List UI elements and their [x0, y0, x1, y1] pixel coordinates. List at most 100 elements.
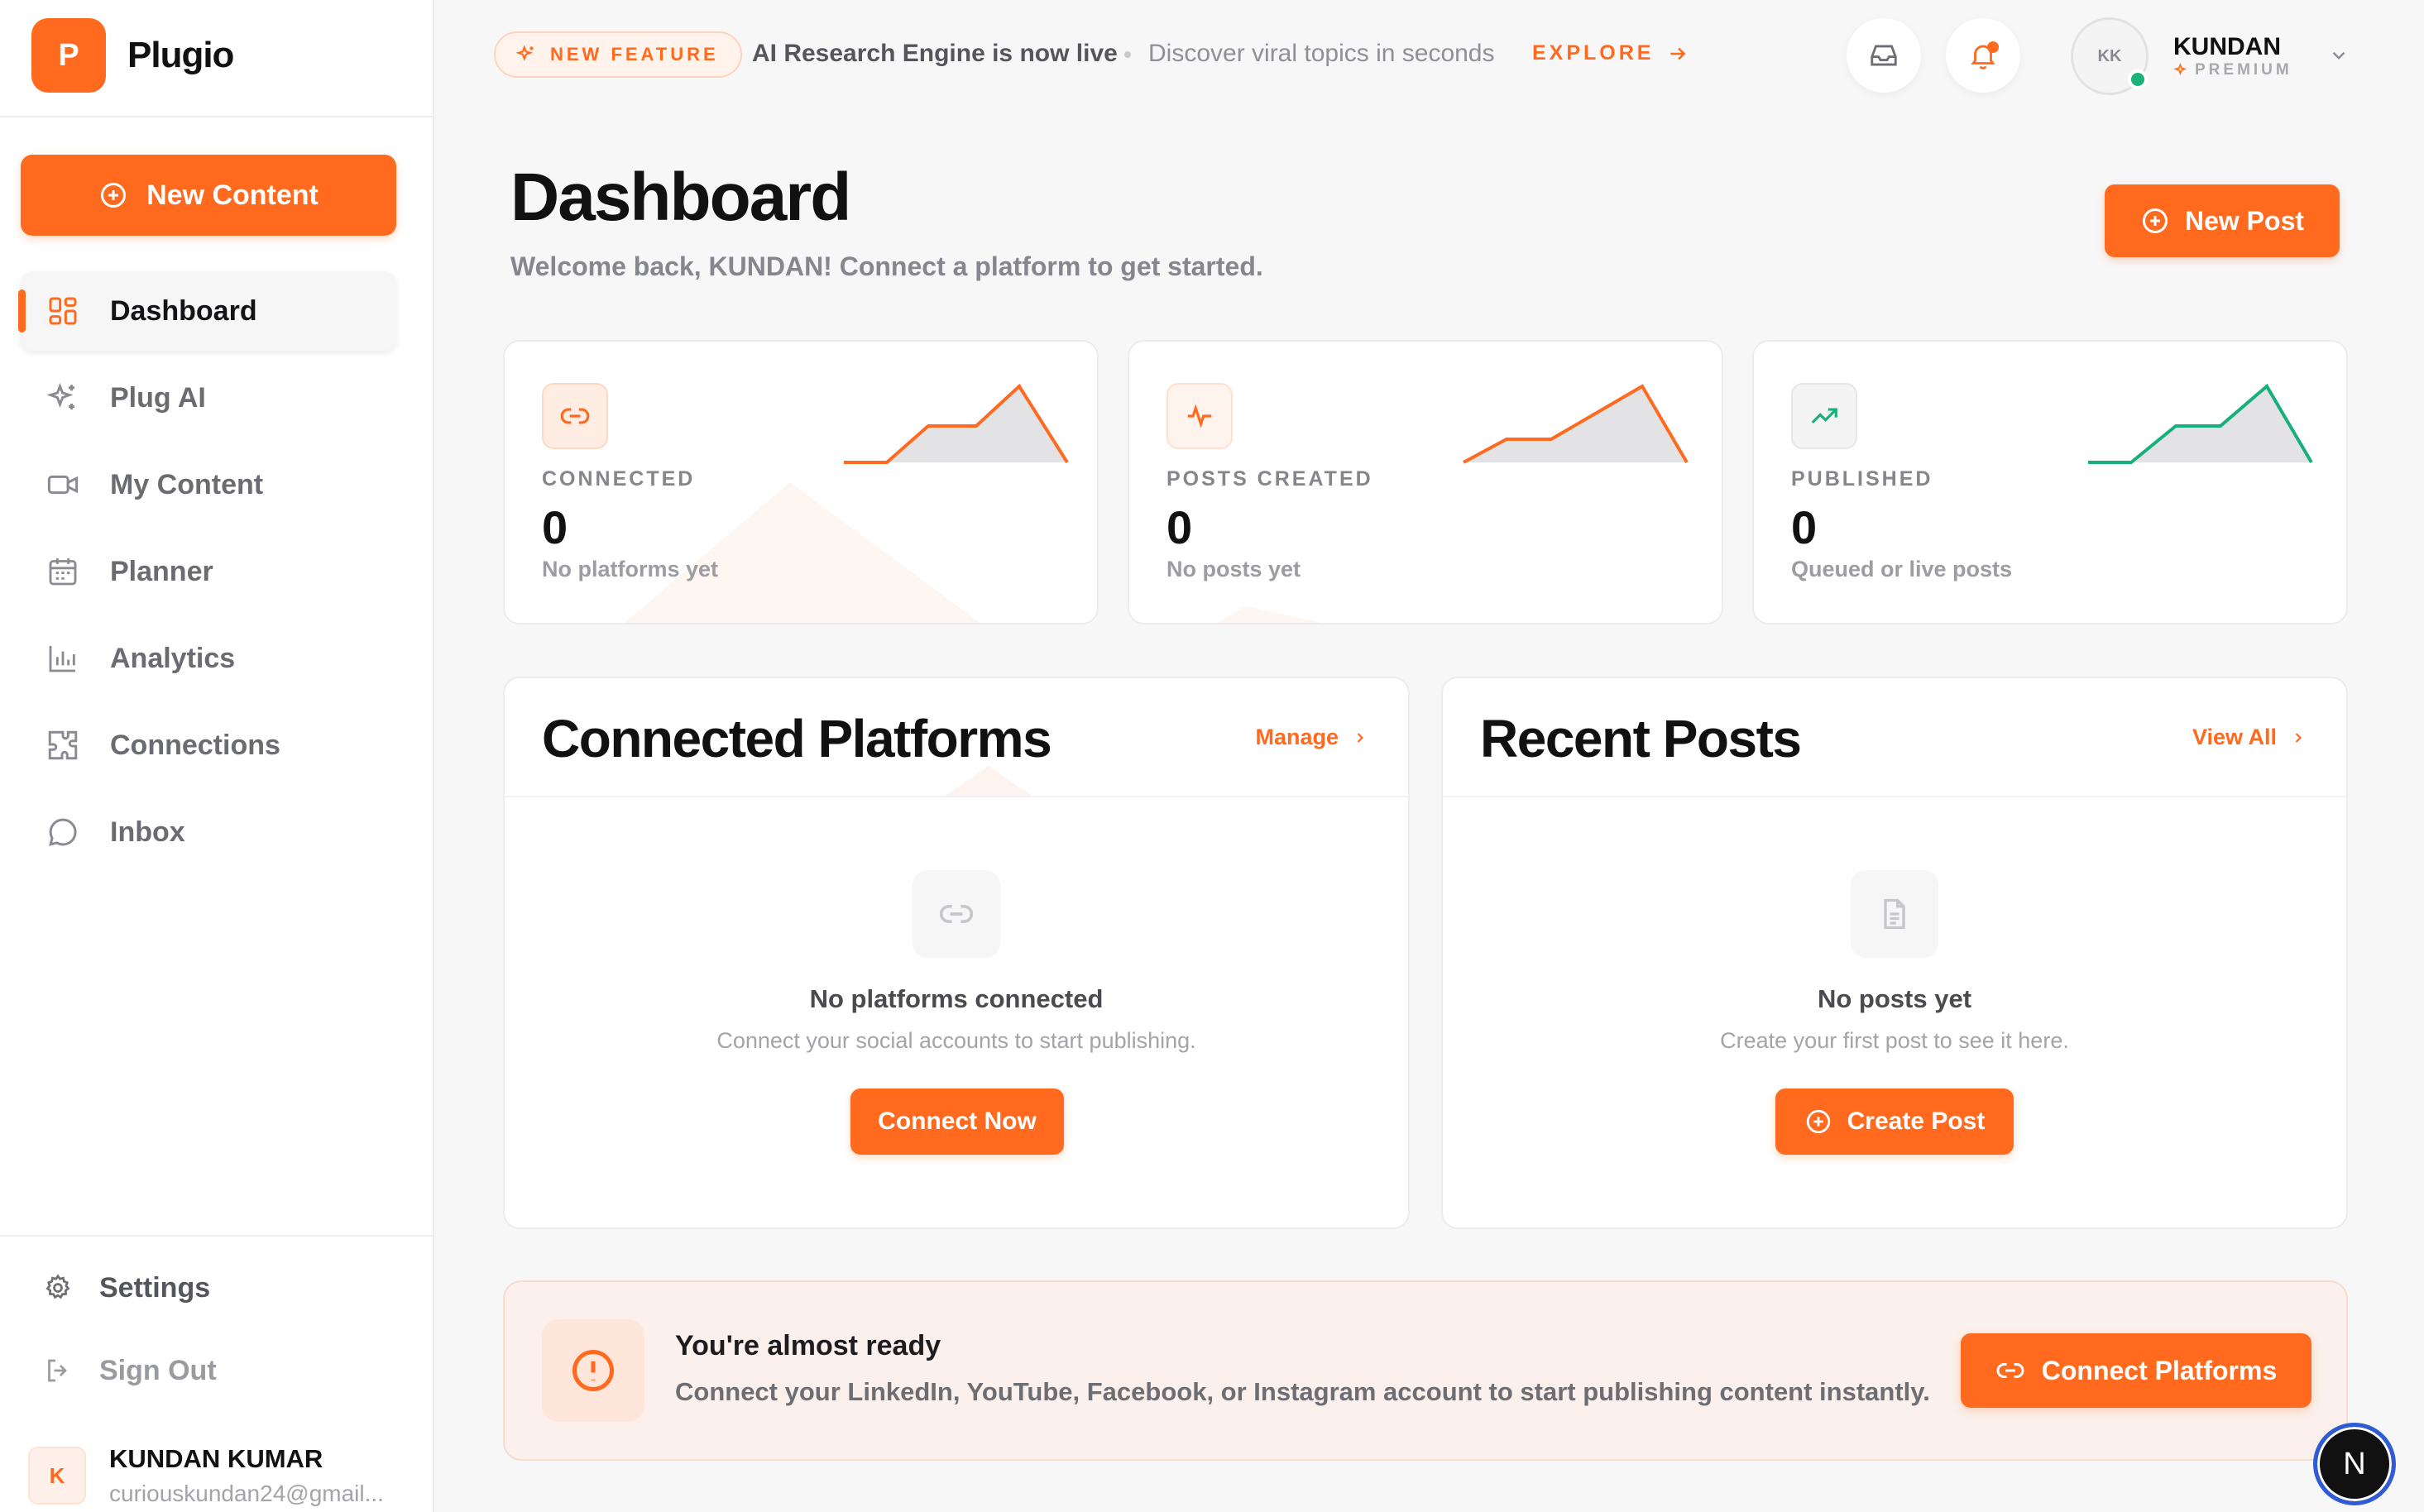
recent-posts-panel: Recent Posts View All No posts yet Creat…	[1441, 677, 2348, 1229]
feature-subtitle: Discover viral topics in seconds	[1148, 40, 1495, 67]
grid-icon	[44, 292, 82, 330]
brand[interactable]: P Plugio	[31, 18, 234, 93]
stat-label: CONNECTED	[542, 467, 696, 490]
devtools-badge[interactable]: N	[2313, 1423, 2396, 1505]
document-icon	[1851, 870, 1938, 958]
settings-link[interactable]: Settings	[0, 1246, 434, 1329]
puzzle-icon	[44, 726, 82, 764]
separator-dot	[1124, 51, 1131, 58]
explore-label: EXPLORE	[1532, 41, 1655, 65]
panel-title: Connected Platforms	[542, 709, 1052, 768]
sign-out-link[interactable]: Sign Out	[0, 1329, 434, 1412]
link-icon	[1996, 1363, 2024, 1378]
user-name: KUNDAN KUMAR	[109, 1444, 323, 1473]
profile-name[interactable]: KUNDAN	[2173, 33, 2281, 61]
stat-label: PUBLISHED	[1791, 467, 1933, 490]
create-post-button[interactable]: Create Post	[1775, 1089, 2014, 1155]
sparkles-icon	[44, 379, 82, 417]
sparkline	[1463, 384, 1689, 464]
stat-value: 0	[1791, 501, 1818, 553]
view-all-link[interactable]: View All	[2192, 725, 2307, 750]
empty-state-subtitle: Create your first post to see it here.	[1720, 1028, 2069, 1053]
stat-value: 0	[1166, 501, 1193, 553]
setup-banner: You're almost ready Connect your LinkedI…	[503, 1280, 2348, 1461]
calendar-icon	[44, 553, 82, 591]
stat-card-posts-created: POSTS CREATED 0 No posts yet	[1128, 340, 1723, 624]
empty-state-title: No posts yet	[1817, 984, 1972, 1013]
sidebar-item-analytics[interactable]: Analytics	[21, 619, 396, 698]
stat-note: No posts yet	[1166, 557, 1301, 581]
new-feature-badge: NEW FEATURE	[494, 31, 742, 78]
notifications-button[interactable]	[1946, 18, 2020, 93]
sidebar-item-label: Dashboard	[110, 294, 257, 327]
page-title: Dashboard	[510, 160, 851, 235]
stat-value: 0	[542, 501, 568, 553]
panel-header: Recent Posts View All	[1443, 678, 2346, 797]
stat-label: POSTS CREATED	[1166, 467, 1373, 490]
new-content-label: New Content	[146, 179, 319, 211]
sidebar-item-dashboard[interactable]: Dashboard	[18, 271, 396, 351]
page-subtitle: Welcome back, KUNDAN! Connect a platform…	[510, 251, 1263, 281]
sidebar-item-label: My Content	[110, 468, 264, 500]
plus-circle-icon	[1806, 1109, 1830, 1134]
sidebar-item-label: Plug AI	[110, 381, 206, 414]
sidebar-item-label: Connections	[110, 729, 280, 761]
notification-dot	[1987, 41, 1999, 53]
new-post-button[interactable]: New Post	[2105, 184, 2340, 257]
stat-note: No platforms yet	[542, 557, 719, 581]
devtools-badge-label: N	[2343, 1446, 2366, 1481]
sign-out-icon	[41, 1354, 74, 1387]
inbox-button[interactable]	[1847, 18, 1921, 93]
online-status-dot	[2128, 69, 2148, 89]
user-card[interactable]: K KUNDAN KUMAR curiouskundan24@gmail...	[28, 1444, 384, 1507]
sidebar-item-my-content[interactable]: My Content	[21, 445, 396, 524]
stat-card-published: PUBLISHED 0 Queued or live posts	[1752, 340, 2348, 624]
feature-title: AI Research Engine is now live	[752, 40, 1118, 67]
inbox-tray-icon	[1871, 45, 1897, 66]
explore-link[interactable]: EXPLORE	[1532, 41, 1689, 65]
connect-now-button[interactable]: Connect Now	[850, 1089, 1064, 1155]
trending-up-icon	[1791, 383, 1857, 449]
connect-now-label: Connect Now	[878, 1108, 1037, 1135]
connect-platforms-button[interactable]: Connect Platforms	[1961, 1333, 2311, 1408]
sidebar-item-connections[interactable]: Connections	[21, 706, 396, 785]
link-icon	[913, 870, 1000, 958]
sidebar-item-inbox[interactable]: Inbox	[21, 792, 396, 872]
sidebar-item-planner[interactable]: Planner	[21, 532, 396, 611]
sidebar-divider	[0, 116, 433, 117]
sparkles-icon	[2173, 63, 2187, 76]
empty-state-subtitle: Connect your social accounts to start pu…	[716, 1028, 1196, 1053]
panel-title: Recent Posts	[1480, 709, 1802, 768]
new-feature-label: NEW FEATURE	[550, 44, 719, 65]
profile-avatar[interactable]: KK	[2071, 17, 2149, 95]
plus-circle-icon	[101, 183, 127, 208]
profile-menu-toggle[interactable]	[2328, 45, 2350, 70]
create-post-label: Create Post	[1847, 1108, 1986, 1135]
banner-text: Connect your LinkedIn, YouTube, Facebook…	[675, 1377, 1930, 1406]
manage-link[interactable]: Manage	[1255, 725, 1368, 750]
profile-plan: PREMIUM	[2173, 61, 2292, 79]
profile-initials: KK	[2097, 46, 2122, 65]
sidebar: P Plugio New Content Dashboard Plug AI M…	[0, 0, 434, 1512]
sparkline	[2088, 383, 2313, 464]
sidebar-item-label: Planner	[110, 555, 213, 587]
sparkline	[844, 383, 1069, 464]
new-content-button[interactable]: New Content	[21, 155, 396, 236]
avatar: K	[28, 1447, 86, 1505]
top-bar: NEW FEATURE AI Research Engine is now li…	[436, 0, 2424, 112]
arrow-right-icon	[1670, 47, 1686, 60]
banner-title: You're almost ready	[675, 1330, 941, 1361]
video-icon	[44, 466, 82, 504]
view-all-label: View All	[2192, 725, 2277, 749]
chevron-down-icon	[2332, 51, 2345, 60]
sidebar-nav: Dashboard Plug AI My Content Planner Ana…	[18, 271, 396, 879]
sign-out-label: Sign Out	[99, 1354, 217, 1386]
manage-label: Manage	[1255, 725, 1339, 749]
activity-icon	[1166, 383, 1233, 449]
bar-chart-icon	[44, 639, 82, 677]
new-post-label: New Post	[2184, 205, 2305, 236]
empty-state-title: No platforms connected	[809, 984, 1104, 1013]
brand-name: Plugio	[127, 35, 234, 75]
sidebar-item-plug-ai[interactable]: Plug AI	[21, 358, 396, 438]
sidebar-bottom: Settings Sign Out	[0, 1237, 434, 1412]
